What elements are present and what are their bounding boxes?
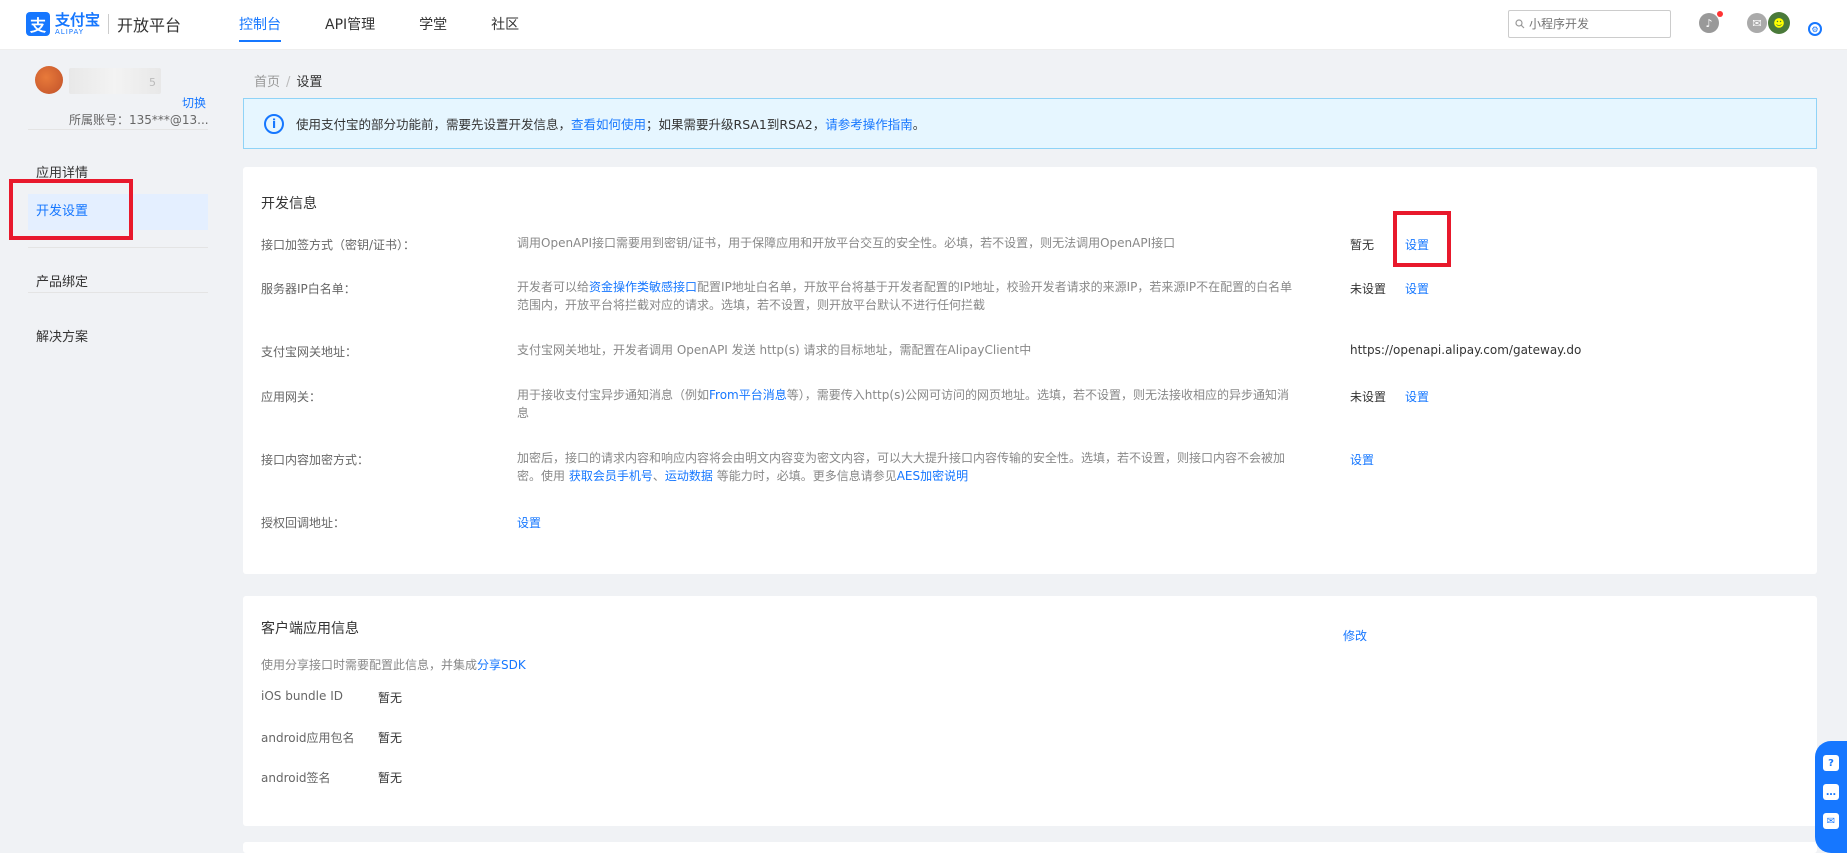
client-info-title: 客户端应用信息 [261, 621, 359, 637]
sidebar: 5 切换 所属账号：135***@13... 应用详情 开发设置 产品绑定 解决… [0, 51, 226, 853]
client-info-desc: 使用分享接口时需要配置此信息，并集成分享SDK [261, 658, 526, 672]
how-to-use-link[interactable]: 查看如何使用 [571, 117, 646, 132]
sidebar-divider [28, 129, 208, 130]
sidebar-divider [28, 247, 208, 248]
row-status-sign-method: 暂无 [1350, 238, 1375, 252]
sensitive-api-link[interactable]: 资金操作类敏感接口 [589, 280, 697, 294]
row-label-app-gateway: 应用网关： [261, 390, 322, 404]
row-desc-app-gateway: 用于接收支付宝异步通知消息（例如From平台消息等），需要传入http(s)公网… [517, 388, 1290, 420]
row-desc-ip-whitelist: 开发者可以给资金操作类敏感接口配置IP地址白名单，开放平台将基于开发者配置的IP… [517, 280, 1293, 312]
set-ip-whitelist-button[interactable]: 设置 [1405, 280, 1429, 297]
question-icon[interactable]: ? [1823, 755, 1839, 771]
info-icon: i [264, 113, 284, 134]
search-input[interactable] [1529, 17, 1659, 31]
nav-console[interactable]: 控制台 [239, 0, 281, 50]
set-auth-callback-button[interactable]: 设置 [517, 514, 541, 531]
search-icon [1515, 19, 1525, 29]
ios-bundle-value: 暂无 [378, 691, 403, 705]
breadcrumb-current: 设置 [296, 75, 323, 90]
switch-app-link[interactable]: 切换 [182, 94, 206, 111]
set-encryption-button[interactable]: 设置 [1350, 451, 1374, 468]
alipay-logo[interactable]: 支 支付宝 ALIPAY 开放平台 [26, 12, 181, 36]
sidebar-divider [28, 292, 208, 293]
client-info-card: 客户端应用信息 修改 使用分享接口时需要配置此信息，并集成分享SDK iOS b… [243, 596, 1817, 826]
gateway-url: https://openapi.alipay.com/gateway.do [1350, 343, 1582, 357]
logo-cn: 支付宝 [55, 10, 101, 29]
android-package-value: 暂无 [378, 731, 403, 745]
row-desc-sign-method: 调用OpenAPI接口需要用到密钥/证书，用于保障应用和开放平台交互的安全性。必… [517, 236, 1176, 250]
nav-community[interactable]: 社区 [491, 0, 519, 50]
chat-icon[interactable]: … [1823, 784, 1839, 800]
row-label-auth-callback: 授权回调地址： [261, 516, 346, 530]
app-avatar [35, 66, 63, 94]
row-desc-gateway: 支付宝网关地址，开发者调用 OpenAPI 发送 http(s) 请求的目标地址… [517, 343, 1032, 357]
row-status-ip-whitelist: 未设置 [1350, 282, 1387, 296]
settings-gear-icon[interactable]: ⚙ [1808, 22, 1822, 36]
aes-doc-link[interactable]: AES加密说明 [897, 469, 968, 483]
nav-api-management[interactable]: API管理 [325, 0, 375, 50]
row-label-encryption: 接口内容加密方式： [261, 453, 370, 467]
account-info: 所属账号：135***@13... [69, 113, 209, 127]
member-phone-link[interactable]: 获取会员手机号 [569, 469, 653, 483]
android-signature-value: 暂无 [378, 771, 403, 785]
app-card: 5 切换 所属账号：135***@13... [35, 64, 215, 127]
highlight-box-dev-settings [9, 179, 133, 240]
platform-title: 开放平台 [117, 16, 182, 35]
breadcrumb-home[interactable]: 首页 [254, 75, 280, 90]
operation-guide-link[interactable]: 请参考操作指南 [825, 117, 913, 132]
user-avatar-icon[interactable]: ☻ [1768, 12, 1790, 34]
row-desc-encryption: 加密后，接口的请求内容和响应内容将会由明文内容变为密文内容，可以大大提升接口内容… [517, 451, 1286, 483]
set-app-gateway-button[interactable]: 设置 [1405, 388, 1429, 405]
logo-divider [108, 14, 110, 34]
sport-data-link[interactable]: 运动数据 [665, 469, 713, 483]
row-label-sign-method: 接口加签方式（密钥/证书）： [261, 238, 416, 252]
sidebar-item-product-binding[interactable]: 产品绑定 [28, 265, 208, 301]
share-sdk-link[interactable]: 分享SDK [477, 658, 526, 672]
next-card [243, 842, 1817, 853]
nav-academy[interactable]: 学堂 [419, 0, 447, 50]
breadcrumb: 首页 / 设置 [254, 75, 323, 90]
row-status-app-gateway: 未设置 [1350, 390, 1387, 404]
edit-client-info-button[interactable]: 修改 [1343, 627, 1367, 644]
android-package-label: android应用包名 [261, 731, 355, 745]
feedback-icon[interactable]: ✉ [1823, 813, 1839, 829]
info-notice: i 使用支付宝的部分功能前，需要先设置开发信息，查看如何使用；如果需要升级RSA… [243, 98, 1817, 149]
notification-dot [1717, 11, 1723, 17]
search-box[interactable] [1508, 10, 1671, 38]
notification-bell-icon[interactable]: ♪ [1699, 13, 1719, 33]
dev-info-title: 开发信息 [261, 196, 317, 212]
top-header: 支 支付宝 ALIPAY 开放平台 控制台 API管理 学堂 社区 ♪ ✉ ☻ … [0, 0, 1847, 50]
row-label-ip-whitelist: 服务器IP白名单： [261, 282, 356, 296]
main-nav: 控制台 API管理 学堂 社区 [239, 0, 563, 50]
dev-info-card: 开发信息 接口加签方式（密钥/证书）： 调用OpenAPI接口需要用到密钥/证书… [243, 167, 1817, 574]
android-signature-label: android签名 [261, 771, 331, 785]
logo-en: ALIPAY [55, 27, 85, 36]
sidebar-item-solutions[interactable]: 解决方案 [28, 320, 208, 356]
app-name-blurred: 5 [69, 68, 161, 94]
alipay-logo-icon: 支 [26, 12, 50, 36]
highlight-box-set-sign [1393, 211, 1451, 267]
from-platform-msg-link[interactable]: From平台消息 [709, 388, 787, 402]
message-icon[interactable]: ✉ [1747, 13, 1767, 33]
floating-help-bar: ? … ✉ [1815, 741, 1847, 853]
row-label-gateway: 支付宝网关地址： [261, 345, 358, 359]
ios-bundle-label: iOS bundle ID [261, 689, 343, 703]
